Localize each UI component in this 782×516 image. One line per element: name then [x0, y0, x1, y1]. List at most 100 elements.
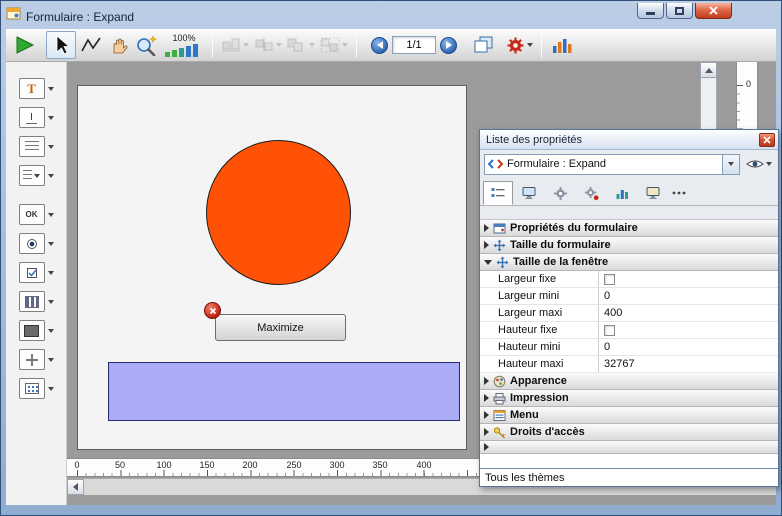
tab-statistics[interactable] — [607, 181, 637, 205]
chart-button[interactable] — [552, 37, 572, 54]
table-tool[interactable] — [19, 291, 54, 312]
row-largeur-maxi: Largeur maxi 400 — [480, 305, 778, 322]
zoom-level-widget[interactable]: 100% — [164, 33, 204, 58]
menu-icon — [493, 409, 506, 422]
zoom-bars-icon — [164, 43, 204, 58]
tab-advanced[interactable] — [576, 181, 606, 205]
page-indicator[interactable]: 1/1 — [392, 36, 436, 54]
scrollbar-tool[interactable] — [19, 378, 54, 399]
pan-tool-button[interactable] — [108, 35, 130, 55]
section-impression[interactable]: Impression — [480, 390, 778, 407]
chevron-down-icon[interactable] — [48, 271, 54, 275]
largeur-mini-value[interactable]: 0 — [598, 288, 778, 304]
text-tool[interactable]: T — [19, 78, 54, 99]
hauteur-maxi-value[interactable]: 32767 — [598, 356, 778, 372]
minimize-button[interactable] — [637, 3, 664, 19]
checkbox-tool[interactable] — [19, 262, 54, 283]
crosshair-icon — [19, 349, 45, 370]
section-proprietes-du-formulaire[interactable]: Propriétés du formulaire — [480, 220, 778, 237]
chevron-down-icon[interactable] — [48, 242, 54, 246]
section-menu[interactable]: Menu — [480, 407, 778, 424]
close-icon — [709, 6, 718, 15]
tab-more[interactable] — [669, 181, 689, 205]
ellipse-control[interactable] — [206, 140, 351, 285]
list-box-tool[interactable] — [19, 136, 54, 157]
tab-preview[interactable] — [638, 181, 668, 205]
layers-button[interactable] — [473, 36, 495, 54]
image-tool[interactable] — [19, 320, 54, 341]
section-taille-du-formulaire[interactable]: Taille du formulaire — [480, 237, 778, 254]
chevron-down-icon[interactable] — [48, 213, 54, 217]
ok-button-icon: OK — [19, 204, 45, 225]
scroll-left-button[interactable] — [67, 479, 84, 495]
section-droits-d-acces[interactable]: Droits d'accès — [480, 424, 778, 441]
group-shapes-icon — [320, 37, 340, 53]
chevron-down-icon[interactable] — [48, 358, 54, 362]
play-icon — [14, 35, 36, 55]
palette-spacer — [480, 206, 778, 220]
distribute-button[interactable] — [287, 37, 315, 53]
draw-tool-button[interactable] — [81, 36, 103, 54]
dotted-pattern-icon — [19, 378, 45, 399]
window-size-icon — [496, 256, 509, 269]
combo-box-tool[interactable] — [19, 165, 54, 186]
palette-close-button[interactable] — [759, 133, 775, 147]
error-badge[interactable] — [204, 302, 221, 319]
palette-titlebar[interactable]: Liste des propriétés — [480, 130, 778, 150]
tab-properties[interactable] — [483, 181, 513, 205]
chevron-down-icon — [276, 43, 282, 47]
theme-selector[interactable]: Tous les thèmes — [480, 468, 778, 486]
close-button[interactable] — [695, 3, 732, 19]
button-tool[interactable]: OK — [19, 204, 54, 225]
chevron-down-icon[interactable] — [48, 174, 54, 178]
maximize-form-button[interactable]: Maximize — [215, 314, 346, 341]
group-button[interactable] — [320, 37, 348, 53]
zoom-tool-button[interactable] — [135, 35, 158, 56]
largeur-maxi-value[interactable]: 400 — [598, 305, 778, 321]
element-selector-combo[interactable]: Formulaire : Expand — [484, 154, 740, 175]
align-center-button[interactable] — [254, 37, 282, 53]
visibility-button[interactable] — [744, 154, 774, 175]
radio-button-tool[interactable] — [19, 233, 54, 254]
hauteur-mini-value[interactable]: 0 — [598, 339, 778, 355]
settings-button[interactable] — [507, 37, 533, 54]
edit-field-tool[interactable]: I — [19, 107, 54, 128]
row-hauteur-maxi: Hauteur maxi 32767 — [480, 356, 778, 373]
image-icon — [19, 320, 45, 341]
maximize-window-button[interactable] — [666, 3, 693, 19]
chevron-down-icon[interactable] — [48, 116, 54, 120]
combo-dropdown-button[interactable] — [722, 155, 739, 174]
ruler-tick: 350 — [372, 460, 387, 470]
collapse-arrow-icon — [484, 241, 489, 249]
tab-display[interactable] — [514, 181, 544, 205]
signal-bars-icon — [614, 186, 630, 200]
ruler-tick: 0 — [74, 460, 79, 470]
tab-settings[interactable] — [545, 181, 575, 205]
form-icon — [493, 222, 506, 235]
row-largeur-mini: Largeur mini 0 — [480, 288, 778, 305]
largeur-fixe-checkbox[interactable] — [604, 274, 615, 285]
shape-tool[interactable] — [19, 349, 54, 370]
chevron-down-icon[interactable] — [48, 329, 54, 333]
scroll-up-button[interactable] — [700, 62, 717, 78]
section-partial[interactable] — [480, 441, 778, 454]
rectangle-control[interactable] — [108, 362, 460, 421]
gear-icon — [553, 186, 568, 201]
section-taille-de-la-fenetre[interactable]: Taille de la fenêtre — [480, 254, 778, 271]
chevron-down-icon[interactable] — [48, 300, 54, 304]
collapse-arrow-icon — [484, 443, 489, 451]
next-page-button[interactable] — [440, 37, 457, 54]
section-apparence[interactable]: Apparence — [480, 373, 778, 390]
chevron-down-icon[interactable] — [48, 87, 54, 91]
chevron-down-icon[interactable] — [48, 387, 54, 391]
run-test-button[interactable] — [14, 35, 36, 55]
collapse-arrow-icon — [484, 428, 489, 436]
hauteur-fixe-checkbox[interactable] — [604, 325, 615, 336]
previous-page-button[interactable] — [371, 37, 388, 54]
chevron-down-icon — [527, 43, 533, 47]
form-canvas[interactable]: Maximize — [77, 85, 467, 450]
align-left-button[interactable] — [221, 37, 249, 53]
chevron-down-icon[interactable] — [48, 145, 54, 149]
window-titlebar[interactable]: Formulaire : Expand — [6, 4, 776, 29]
select-tool-button[interactable] — [46, 31, 76, 59]
